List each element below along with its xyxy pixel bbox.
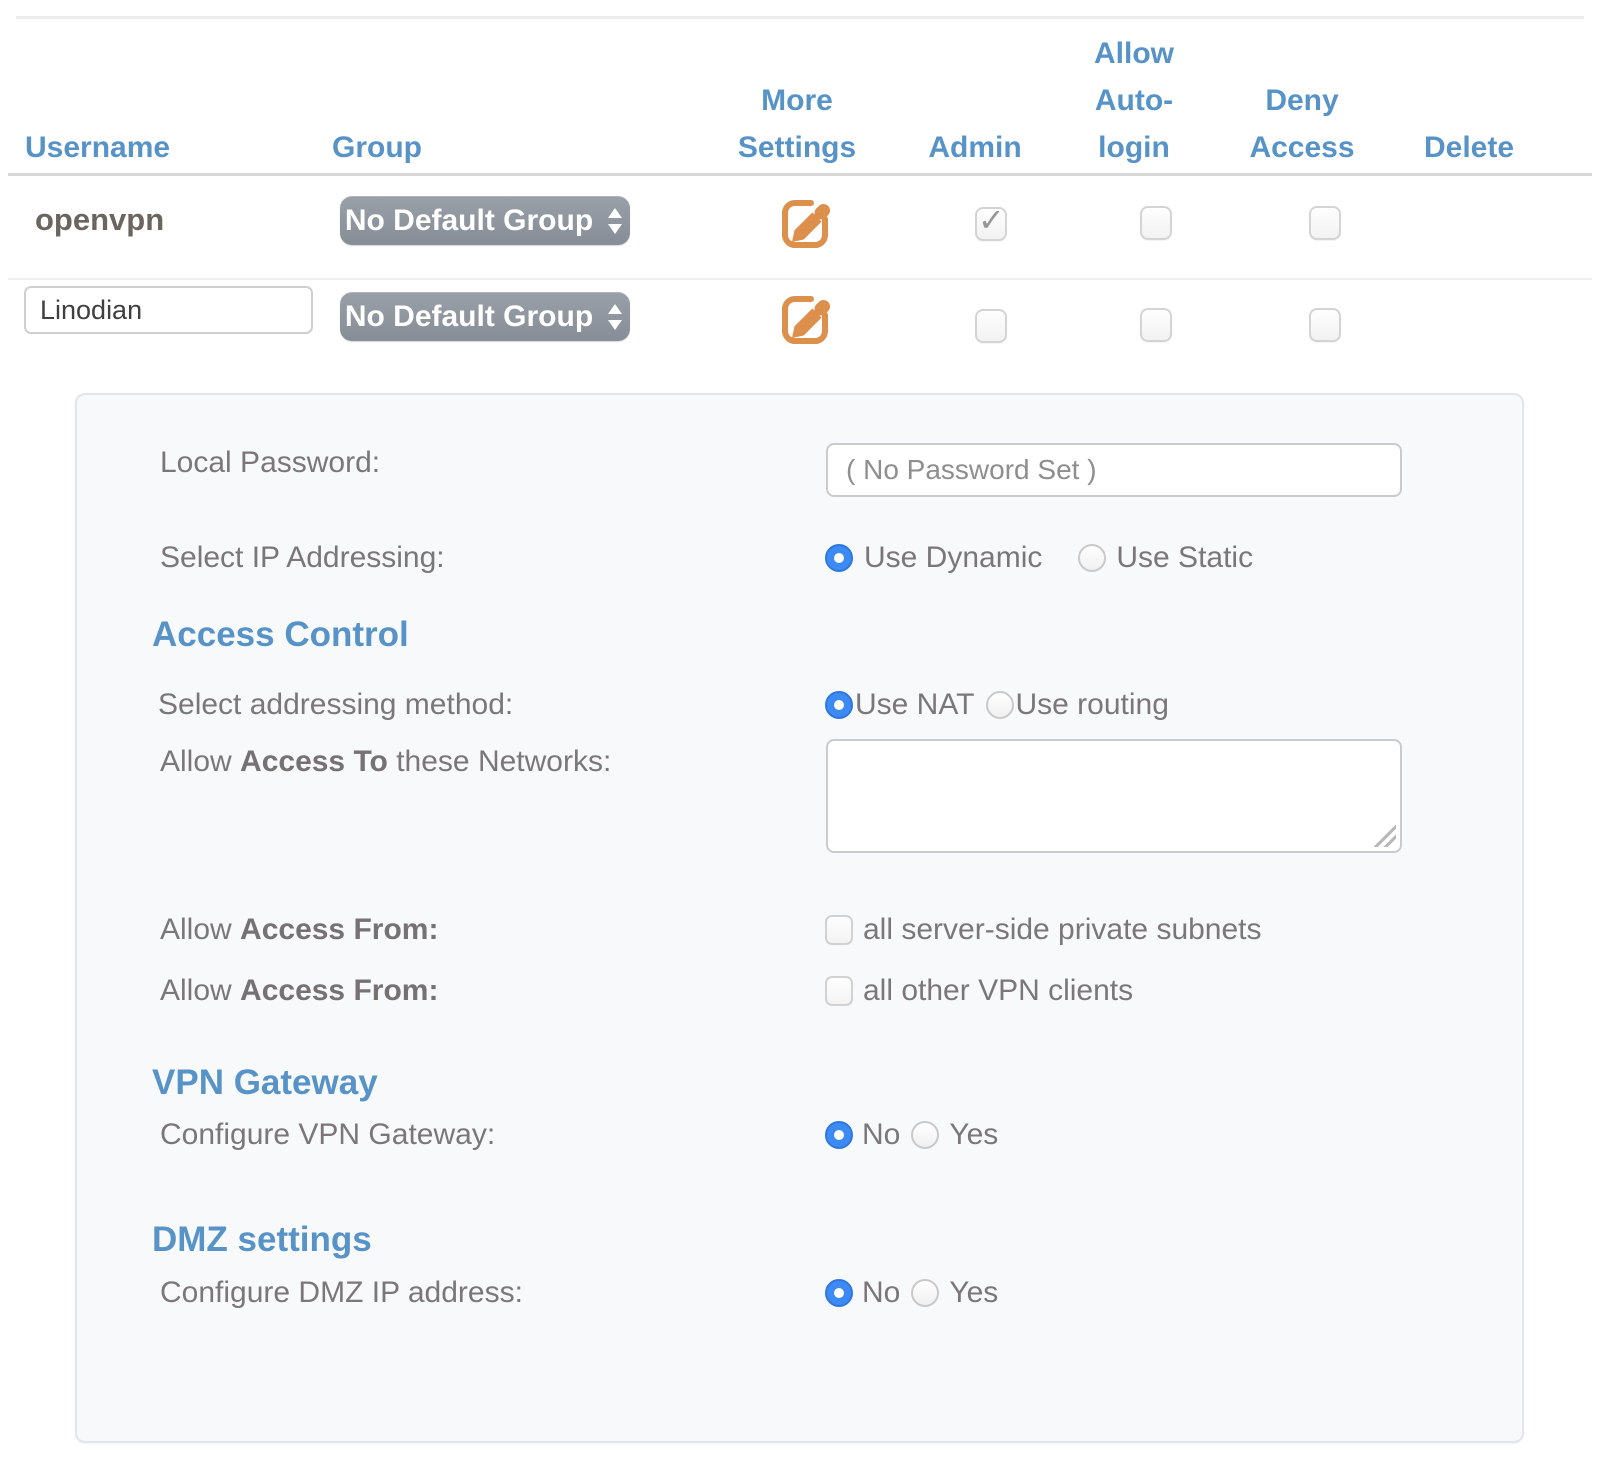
access-from-subnets-label: Allow Access From: — [160, 913, 438, 947]
select-arrows-icon — [605, 206, 625, 236]
server-side-subnets-label: all server-side private subnets — [863, 913, 1262, 947]
select-arrows-icon — [605, 302, 625, 332]
access-to-label: Allow Access To these Networks: — [160, 745, 611, 779]
other-vpn-clients-label: all other VPN clients — [863, 974, 1133, 1008]
local-password-label: Local Password: — [160, 446, 380, 480]
other-vpn-clients-checkbox[interactable] — [825, 976, 853, 1006]
edit-pencil-icon — [779, 290, 833, 348]
group-select-openvpn[interactable]: No Default Group — [340, 196, 630, 245]
col-header-username: Username — [25, 124, 325, 171]
more-settings-edit-button-new-user[interactable] — [779, 290, 833, 348]
addressing-method-label: Select addressing method: — [158, 688, 513, 722]
dmz-yes-radio[interactable] — [911, 1279, 939, 1307]
username-label-openvpn: openvpn — [35, 202, 164, 238]
group-select-value: No Default Group — [345, 300, 593, 334]
allow-auto-login-checkbox-new-user[interactable] — [1140, 308, 1172, 342]
check-icon: ✓ — [978, 201, 1005, 239]
vpn-gateway-heading: VPN Gateway — [152, 1063, 378, 1103]
vpn-gateway-options: No Yes — [825, 1118, 998, 1152]
access-to-networks-textarea[interactable] — [826, 739, 1402, 853]
vpn-gateway-no-label: No — [862, 1118, 900, 1152]
use-routing-radio[interactable] — [986, 691, 1014, 719]
dmz-no-radio[interactable] — [825, 1279, 853, 1307]
use-dynamic-radio[interactable] — [825, 544, 853, 572]
col-header-delete: Delete — [1404, 124, 1534, 171]
deny-access-checkbox-openvpn[interactable] — [1309, 206, 1341, 240]
col-header-group: Group — [332, 124, 632, 171]
ip-addressing-label: Select IP Addressing: — [160, 541, 445, 575]
admin-checkbox-openvpn[interactable]: ✓ — [975, 207, 1007, 241]
ip-addressing-options: Use Dynamic Use Static — [825, 541, 1253, 575]
col-header-deny-access: Deny Access — [1237, 77, 1367, 171]
top-divider — [16, 16, 1584, 19]
group-select-value: No Default Group — [345, 204, 593, 238]
deny-access-checkbox-new-user[interactable] — [1309, 308, 1341, 342]
server-side-subnets-checkbox[interactable] — [825, 915, 853, 945]
use-routing-label: Use routing — [1015, 688, 1168, 722]
access-from-clients-label: Allow Access From: — [160, 974, 438, 1008]
configure-dmz-label: Configure DMZ IP address: — [160, 1276, 523, 1310]
new-username-input[interactable] — [24, 286, 313, 334]
dmz-settings-heading: DMZ settings — [152, 1220, 372, 1260]
user-permissions-page: Username Group More Settings Admin Allow… — [0, 0, 1600, 1476]
use-static-radio[interactable] — [1078, 544, 1106, 572]
dmz-no-label: No — [862, 1276, 900, 1310]
local-password-input[interactable] — [826, 443, 1402, 497]
col-header-more-settings: More Settings — [722, 77, 872, 171]
configure-vpn-gateway-label: Configure VPN Gateway: — [160, 1118, 495, 1152]
vpn-gateway-yes-label: Yes — [949, 1118, 998, 1152]
use-dynamic-label: Use Dynamic — [864, 541, 1042, 575]
dmz-options: No Yes — [825, 1276, 998, 1310]
access-from-subnets-option: all server-side private subnets — [825, 913, 1262, 947]
more-settings-edit-button-openvpn[interactable] — [779, 194, 833, 252]
vpn-gateway-no-radio[interactable] — [825, 1121, 853, 1149]
dmz-yes-label: Yes — [949, 1276, 998, 1310]
use-static-label: Use Static — [1116, 541, 1253, 575]
user-settings-panel: Local Password: Select IP Addressing: Us… — [75, 393, 1524, 1443]
vpn-gateway-yes-radio[interactable] — [911, 1121, 939, 1149]
access-from-clients-option: all other VPN clients — [825, 974, 1133, 1008]
col-header-allow-auto-login: Allow Auto- login — [1074, 30, 1194, 171]
addressing-method-options: Use NAT Use routing — [825, 688, 1169, 722]
use-nat-radio[interactable] — [825, 691, 853, 719]
edit-pencil-icon — [779, 194, 833, 252]
group-select-new-user[interactable]: No Default Group — [340, 292, 630, 341]
header-divider — [8, 173, 1592, 176]
admin-checkbox-new-user[interactable] — [975, 309, 1007, 343]
col-header-admin: Admin — [915, 124, 1035, 171]
row-divider — [8, 278, 1592, 280]
access-control-heading: Access Control — [152, 615, 409, 655]
allow-auto-login-checkbox-openvpn[interactable] — [1140, 206, 1172, 240]
use-nat-label: Use NAT — [855, 688, 974, 722]
